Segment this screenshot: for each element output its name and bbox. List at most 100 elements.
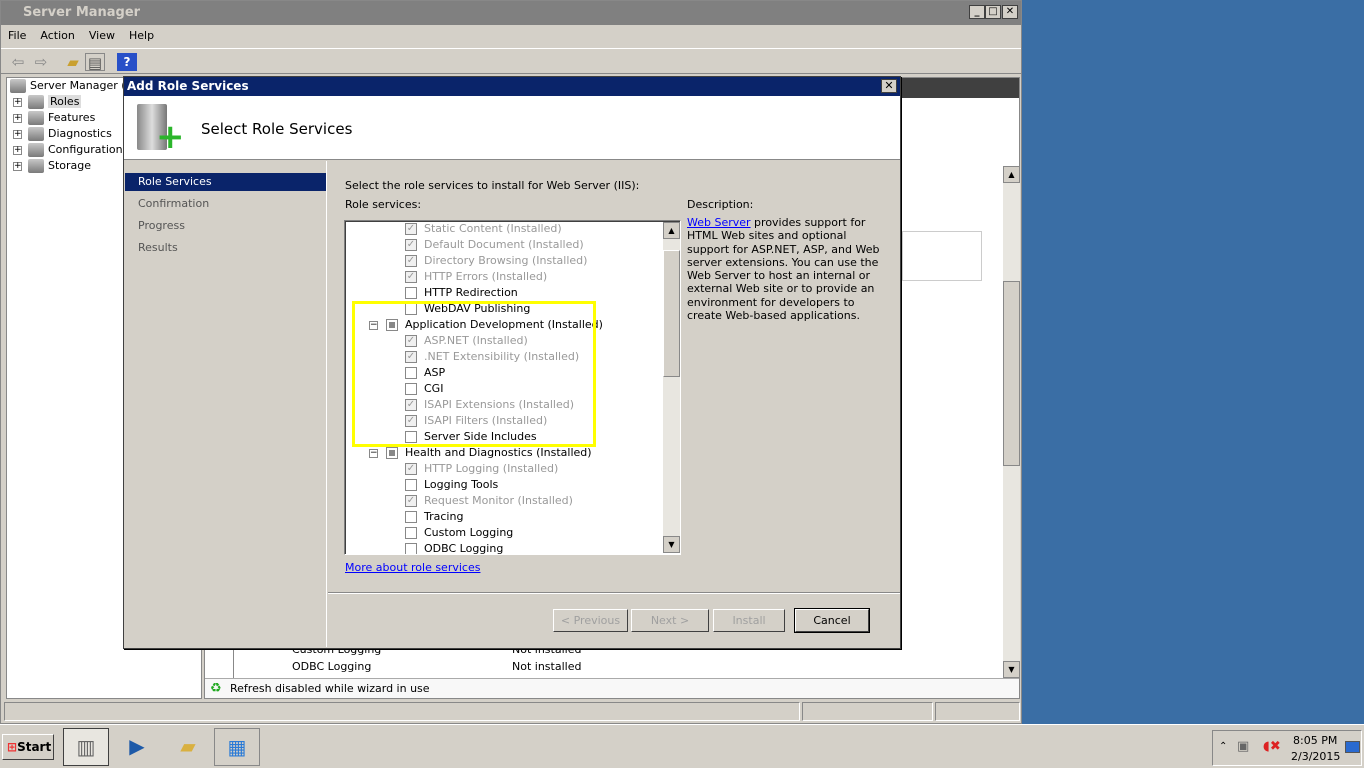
scroll-down-icon[interactable]: ▼ xyxy=(663,536,680,553)
features-icon xyxy=(28,111,44,125)
step-role-services[interactable]: Role Services xyxy=(125,173,326,191)
dialog-title-bar: Add Role Services ✕ xyxy=(124,77,900,96)
back-icon[interactable]: ⇦ xyxy=(8,53,28,71)
install-button[interactable]: Install xyxy=(713,609,785,632)
menu-bar: File Action View Help xyxy=(1,26,1021,46)
role-service-item[interactable]: ✓ Static Content (Installed) xyxy=(405,222,562,238)
menu-file[interactable]: File xyxy=(1,26,33,42)
role-service-item[interactable]: ✓ HTTP Logging (Installed) xyxy=(405,462,558,478)
configuration-icon xyxy=(28,143,44,157)
details-scrollbar[interactable]: ▲ ▼ xyxy=(1003,166,1020,678)
item-label: HTTP Errors (Installed) xyxy=(424,270,548,283)
tree-item-roles[interactable]: + Roles xyxy=(13,95,82,111)
expand-icon[interactable]: + xyxy=(13,145,22,155)
taskbar-explorer-icon[interactable]: ▰ xyxy=(165,728,211,766)
more-about-role-services-link[interactable]: More about role services xyxy=(345,561,480,574)
checkbox-checked-disabled: ✓ xyxy=(405,495,417,507)
menu-help[interactable]: Help xyxy=(122,26,161,42)
diagnostics-icon xyxy=(28,127,44,141)
item-label: Tracing xyxy=(424,510,464,523)
tree-item-storage[interactable]: + Storage xyxy=(13,159,91,175)
role-service-item[interactable]: ODBC Logging xyxy=(405,542,504,555)
menu-action[interactable]: Action xyxy=(33,26,81,42)
tree-root-label: Server Manager (W xyxy=(30,79,137,92)
taskbar-powershell-icon[interactable]: ▶ xyxy=(114,728,160,766)
show-hidden-icons-icon[interactable]: ⌃ xyxy=(1219,741,1227,752)
item-label: Request Monitor (Installed) xyxy=(424,494,573,507)
dialog-heading: Select Role Services xyxy=(201,120,353,138)
cancel-button[interactable]: Cancel xyxy=(794,608,870,633)
expand-icon[interactable]: + xyxy=(13,113,22,123)
clock-time[interactable]: 8:05 PM xyxy=(1293,734,1337,747)
role-service-item[interactable]: Logging Tools xyxy=(405,478,498,494)
scroll-thumb[interactable] xyxy=(1003,281,1020,466)
expand-icon[interactable]: + xyxy=(13,129,22,139)
volume-muted-icon[interactable]: ◖✖ xyxy=(1263,739,1281,754)
expand-icon[interactable]: + xyxy=(13,97,22,107)
maximize-button[interactable]: □ xyxy=(985,5,1001,19)
close-button[interactable]: ✕ xyxy=(1002,5,1018,19)
role-service-item[interactable]: ✓ HTTP Errors (Installed) xyxy=(405,270,547,286)
checkbox-checked-disabled: ✓ xyxy=(405,239,417,251)
status-bar xyxy=(4,702,1020,721)
refresh-status-text: Refresh disabled while wizard in use xyxy=(230,682,430,695)
menu-view[interactable]: View xyxy=(82,26,122,42)
checkbox[interactable] xyxy=(405,287,417,299)
taskbar-control-panel-icon[interactable]: ▦ xyxy=(214,728,260,766)
checkbox[interactable] xyxy=(405,479,417,491)
next-button[interactable]: Next > xyxy=(631,609,709,632)
role-service-item[interactable]: ✓ Default Document (Installed) xyxy=(405,238,584,254)
show-desktop-icon[interactable] xyxy=(1345,741,1360,753)
clock-date[interactable]: 2/3/2015 xyxy=(1291,750,1340,763)
start-label: Start xyxy=(17,740,52,754)
scroll-up-icon[interactable]: ▲ xyxy=(1003,166,1020,183)
title-bar: Server Manager _ □ ✕ xyxy=(1,1,1021,25)
checkbox[interactable] xyxy=(405,511,417,523)
expand-icon[interactable]: + xyxy=(13,161,22,171)
scroll-up-icon[interactable]: ▲ xyxy=(663,222,680,239)
tree-root[interactable]: Server Manager (W xyxy=(10,79,136,95)
minimize-button[interactable]: _ xyxy=(969,5,985,19)
dialog-close-button[interactable]: ✕ xyxy=(881,79,897,93)
item-label: HTTP Logging (Installed) xyxy=(424,462,559,475)
refresh-icon: ♻ xyxy=(210,681,222,696)
tree-item-configuration[interactable]: + Configuration xyxy=(13,143,123,159)
show-hide-tree-icon[interactable]: ▤ xyxy=(85,53,105,72)
step-confirmation: Confirmation xyxy=(138,197,210,210)
role-service-item[interactable]: HTTP Redirection xyxy=(405,286,518,302)
list-scrollbar[interactable]: ▲ ▼ xyxy=(663,222,680,553)
role-service-item[interactable]: ✓ Directory Browsing (Installed) xyxy=(405,254,587,270)
collapse-icon[interactable]: − xyxy=(369,448,378,458)
forward-icon[interactable]: ⇨ xyxy=(31,53,51,71)
role-service-item[interactable]: Tracing xyxy=(405,510,463,526)
role-service-item[interactable]: ✓ Request Monitor (Installed) xyxy=(405,494,573,510)
tree-item-features[interactable]: + Features xyxy=(13,111,95,127)
windows-logo-icon: ⊞ xyxy=(7,740,18,754)
previous-button[interactable]: < Previous xyxy=(553,609,628,632)
up-folder-icon[interactable]: ▰ xyxy=(63,53,83,71)
add-role-services-dialog: Add Role Services ✕ + Select Role Service… xyxy=(123,76,901,649)
roles-icon xyxy=(28,95,44,109)
description-label: Description: xyxy=(687,198,754,211)
start-button[interactable]: ⊞Start xyxy=(2,734,54,760)
checkbox[interactable] xyxy=(405,543,417,554)
role-service-item[interactable]: − Health and Diagnostics (Installed) xyxy=(369,446,592,462)
help-icon[interactable]: ? xyxy=(117,53,137,71)
checkbox[interactable] xyxy=(405,527,417,539)
role-service-item[interactable]: Custom Logging xyxy=(405,526,513,542)
item-label: Custom Logging xyxy=(424,526,514,539)
taskbar-server-manager-icon[interactable]: ▥ xyxy=(63,728,109,766)
tree-label: Features xyxy=(48,111,96,124)
highlight-box xyxy=(352,301,596,447)
item-label: Logging Tools xyxy=(424,478,499,491)
tree-item-diagnostics[interactable]: + Diagnostics xyxy=(13,127,112,143)
scroll-thumb[interactable] xyxy=(663,250,680,377)
web-server-link[interactable]: Web Server xyxy=(687,216,751,229)
checkbox-checked-disabled: ✓ xyxy=(405,223,417,235)
network-icon[interactable]: ▣ xyxy=(1237,739,1249,754)
checkbox-mixed[interactable] xyxy=(386,447,398,459)
status-cell xyxy=(802,702,933,721)
scroll-down-icon[interactable]: ▼ xyxy=(1003,661,1020,678)
tree-label: Roles xyxy=(48,95,82,108)
item-label: ODBC Logging xyxy=(424,542,504,555)
